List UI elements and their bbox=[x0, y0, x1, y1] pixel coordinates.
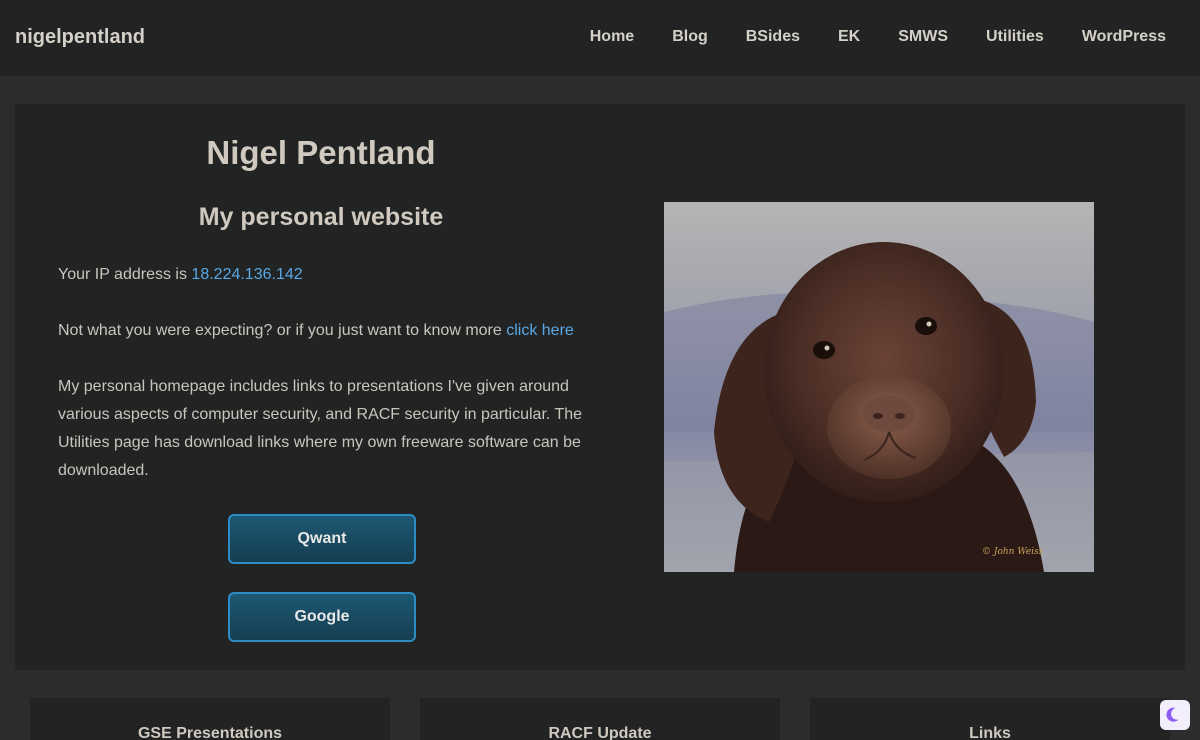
ip-address-link[interactable]: 18.224.136.142 bbox=[191, 266, 302, 283]
google-button[interactable]: Google bbox=[228, 592, 416, 642]
dark-mode-toggle[interactable] bbox=[1160, 700, 1190, 730]
site-brand-link[interactable]: nigelpentland bbox=[15, 26, 145, 49]
main-nav: Home Blog BSides EK SMWS Utilities WordP… bbox=[552, 28, 1166, 46]
expecting-label: Not what you were expecting? or if you j… bbox=[58, 322, 507, 339]
nav-wordpress[interactable]: WordPress bbox=[1082, 28, 1166, 46]
card-title-links: Links bbox=[969, 725, 1011, 740]
artist-signature: © John Weiss bbox=[982, 547, 1044, 557]
nav-utilities[interactable]: Utilities bbox=[986, 28, 1044, 46]
nav-blog[interactable]: Blog bbox=[672, 28, 708, 46]
hero-panel: Nigel Pentland My personal website Your … bbox=[15, 104, 1185, 670]
puppy-illustration: © John Weiss bbox=[664, 202, 1094, 572]
feature-cards: GSE Presentations RACF Update Links bbox=[30, 698, 1185, 740]
card-gse-presentations[interactable]: GSE Presentations bbox=[30, 698, 390, 740]
moon-icon bbox=[1166, 707, 1179, 722]
puppy-painting-image: © John Weiss bbox=[664, 202, 1094, 572]
nav-home[interactable]: Home bbox=[590, 28, 634, 46]
expecting-text: Not what you were expecting? or if you j… bbox=[58, 317, 598, 345]
page-subtitle: My personal website bbox=[198, 203, 444, 231]
page-title: Nigel Pentland bbox=[206, 134, 436, 171]
card-title-racf: RACF Update bbox=[548, 725, 652, 740]
nav-bsides[interactable]: BSides bbox=[746, 28, 800, 46]
nav-ek[interactable]: EK bbox=[838, 28, 860, 46]
card-racf-update[interactable]: RACF Update bbox=[420, 698, 780, 740]
ip-label: Your IP address is bbox=[58, 266, 192, 283]
top-navbar: nigelpentland Home Blog BSides EK SMWS U… bbox=[0, 0, 1200, 76]
description-text: My personal homepage includes links to p… bbox=[58, 378, 583, 479]
card-links[interactable]: Links bbox=[810, 698, 1170, 740]
click-here-link[interactable]: click here bbox=[506, 322, 574, 339]
qwant-button[interactable]: Qwant bbox=[228, 514, 416, 564]
card-title-gse: GSE Presentations bbox=[137, 725, 283, 740]
nav-smws[interactable]: SMWS bbox=[898, 28, 948, 46]
ip-address-text: Your IP address is 18.224.136.142 bbox=[58, 261, 598, 289]
